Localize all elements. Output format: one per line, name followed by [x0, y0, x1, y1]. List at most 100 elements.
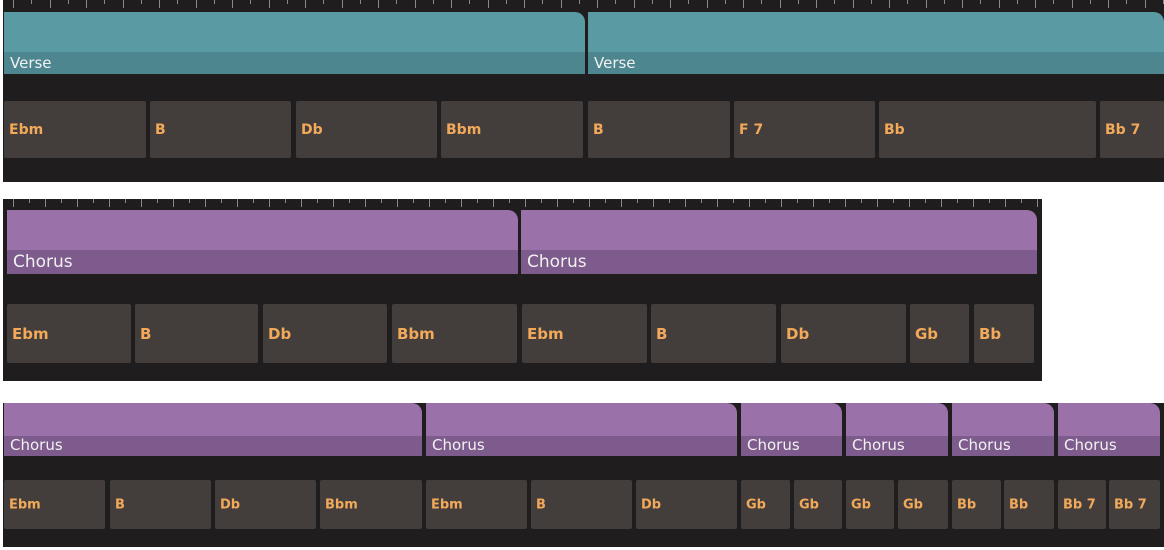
ruler-tick: [542, 0, 543, 4]
ruler-tick: [29, 199, 30, 203]
timeline-ruler[interactable]: [3, 199, 1042, 209]
chord-block[interactable]: Bbm: [392, 304, 517, 363]
ruler-tick: [214, 0, 215, 4]
chord-block[interactable]: B: [651, 304, 776, 363]
ruler-tick: [589, 199, 590, 207]
ruler-tick: [524, 0, 525, 8]
chord-block[interactable]: Bb: [974, 304, 1034, 363]
chord-block[interactable]: Ebm: [426, 480, 527, 529]
chord-block[interactable]: Ebm: [7, 304, 131, 363]
section-block-chorus[interactable]: Chorus: [846, 403, 948, 456]
ruler-tick: [541, 199, 542, 203]
chord-block[interactable]: Bb: [952, 480, 1001, 529]
chord-name: Gb: [799, 497, 819, 512]
chord-block[interactable]: B: [110, 480, 211, 529]
ruler-tick: [989, 199, 990, 203]
section-label: Chorus: [958, 436, 1011, 454]
section-block-chorus[interactable]: Chorus: [741, 403, 842, 456]
chord-block[interactable]: Bbm: [320, 480, 422, 529]
chord-block[interactable]: Bb 7: [1100, 101, 1164, 158]
ruler-tick: [925, 199, 926, 203]
chord-block[interactable]: Ebm: [4, 101, 146, 158]
chord-block[interactable]: B: [150, 101, 291, 158]
chord-block[interactable]: Gb: [910, 304, 969, 363]
section-block-chorus[interactable]: Chorus: [521, 210, 1037, 274]
ruler-tick: [579, 0, 580, 4]
ruler-tick: [123, 0, 124, 8]
chord-block[interactable]: Db: [263, 304, 387, 363]
ruler-tick: [253, 199, 254, 203]
chord-block[interactable]: Gb: [741, 480, 790, 529]
ruler-tick: [701, 199, 702, 203]
chord-name: F 7: [739, 121, 764, 138]
ruler-tick: [561, 0, 562, 8]
ruler-tick: [451, 0, 452, 8]
section-label: Chorus: [13, 252, 73, 272]
section-block-chorus[interactable]: Chorus: [426, 403, 737, 456]
chord-block[interactable]: Gb: [846, 480, 894, 529]
section-label-band: [4, 52, 585, 74]
chord-block[interactable]: F 7: [734, 101, 875, 158]
ruler-tick: [877, 199, 878, 207]
chord-block[interactable]: Bb: [879, 101, 1096, 158]
section-block-chorus[interactable]: Chorus: [7, 210, 518, 274]
ruler-tick: [93, 199, 94, 203]
timeline-ruler[interactable]: [3, 0, 1164, 10]
ruler-tick: [1108, 0, 1109, 8]
chord-block[interactable]: Gb: [794, 480, 842, 529]
ruler-tick: [707, 0, 708, 8]
chord-block[interactable]: Db: [296, 101, 437, 158]
section-block-verse[interactable]: Verse: [588, 12, 1164, 74]
section-block-chorus[interactable]: Chorus: [4, 403, 422, 456]
ruler-tick: [907, 0, 908, 4]
ruler-tick: [317, 199, 318, 203]
chord-block[interactable]: B: [135, 304, 258, 363]
chord-block[interactable]: Bb 7: [1058, 480, 1106, 529]
chord-block[interactable]: Db: [215, 480, 316, 529]
chord-name: Bbm: [397, 324, 435, 343]
ruler-tick: [861, 199, 862, 203]
section-block-chorus[interactable]: Chorus: [952, 403, 1054, 456]
chord-name: Db: [641, 497, 662, 512]
chord-block[interactable]: Bbm: [441, 101, 583, 158]
section-label-band: [588, 52, 1164, 74]
ruler-tick: [1053, 0, 1054, 4]
ruler-tick: [413, 199, 414, 203]
ruler-tick: [378, 0, 379, 8]
chord-block[interactable]: Ebm: [4, 480, 105, 529]
section-block-chorus[interactable]: Chorus: [1058, 403, 1160, 456]
ruler-tick: [461, 199, 462, 207]
chord-block[interactable]: Bb: [1004, 480, 1054, 529]
ruler-tick: [893, 199, 894, 203]
ruler-tick: [157, 199, 158, 203]
chord-block[interactable]: Db: [636, 480, 737, 529]
ruler-tick: [237, 199, 238, 207]
ruler-tick: [853, 0, 854, 8]
chord-block[interactable]: B: [531, 480, 632, 529]
chord-block[interactable]: Ebm: [522, 304, 647, 363]
ruler-tick: [1021, 199, 1022, 203]
chord-block[interactable]: B: [588, 101, 730, 158]
ruler-tick: [509, 199, 510, 203]
chord-block[interactable]: Gb: [898, 480, 948, 529]
section-block-verse[interactable]: Verse: [4, 12, 585, 74]
section-label: Verse: [594, 54, 636, 72]
chord-block[interactable]: Bb 7: [1109, 480, 1160, 529]
ruler-tick: [1145, 0, 1146, 8]
chord-name: Ebm: [431, 497, 463, 512]
ruler-tick: [761, 0, 762, 4]
ruler-tick: [999, 0, 1000, 8]
ruler-tick: [141, 0, 142, 4]
ruler-tick: [189, 199, 190, 203]
ruler-tick: [13, 0, 14, 8]
chord-name: B: [656, 324, 668, 343]
chord-name: B: [536, 497, 546, 512]
chord-block[interactable]: Db: [781, 304, 906, 363]
chord-name: Db: [268, 324, 292, 343]
ruler-tick: [685, 199, 686, 207]
ruler-tick: [1005, 199, 1006, 207]
ruler-tick: [141, 199, 142, 207]
ruler-tick: [725, 0, 726, 4]
section-label: Verse: [10, 54, 52, 72]
ruler-tick: [381, 199, 382, 203]
